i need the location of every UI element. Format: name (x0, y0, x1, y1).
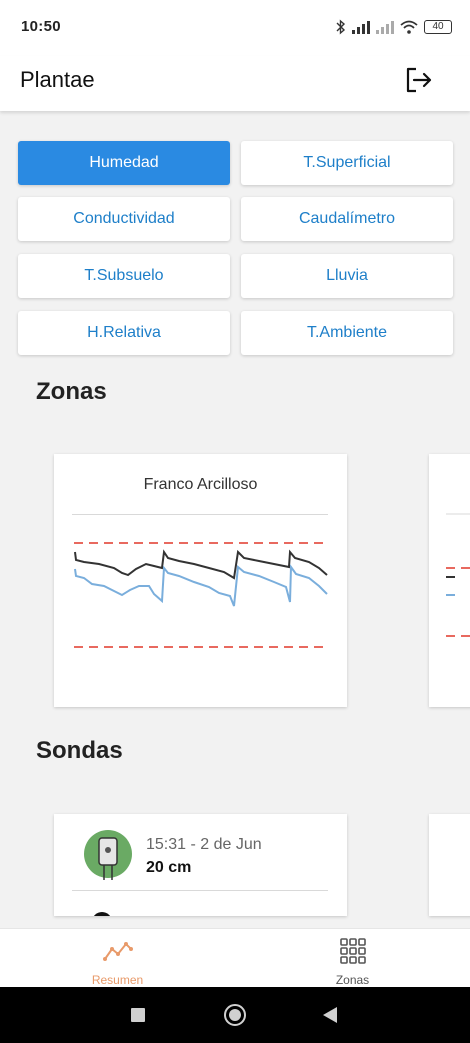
zone-card[interactable]: Franco Arcilloso (54, 454, 347, 707)
metric-button-t-ambiente[interactable]: T.Ambiente (241, 311, 453, 355)
nav-item-resumen[interactable]: Resumen (0, 929, 235, 988)
metric-button-caudalimetro[interactable]: Caudalímetro (241, 197, 453, 241)
metric-button-humedad[interactable]: Humedad (18, 141, 230, 185)
wifi-icon (400, 20, 418, 34)
status-icons: 40 (336, 17, 452, 37)
metric-label: T.Subsuelo (84, 267, 164, 284)
probe-next-avatar (92, 912, 112, 916)
logout-button[interactable] (404, 65, 434, 95)
recents-button[interactable] (131, 1008, 145, 1022)
nav-label-zonas: Zonas (335, 973, 370, 987)
zone-sparkline-partial (446, 513, 470, 637)
probe-card-next[interactable] (429, 814, 470, 916)
probe-timestamp: 15:31 - 2 de Jun (146, 836, 262, 853)
grid-icon (340, 938, 366, 964)
bluetooth-icon (336, 19, 346, 35)
status-time: 10:50 (21, 18, 61, 35)
metric-label: Caudalímetro (298, 210, 396, 227)
battery-icon: 40 (424, 20, 452, 34)
zonas-section-title: Zonas (36, 378, 107, 405)
probe-card-divider (72, 890, 328, 891)
metric-label: Humedad (89, 154, 159, 171)
metric-label: T.Superficial (303, 154, 391, 171)
probe-sensor-icon (98, 837, 118, 880)
metric-button-lluvia[interactable]: Lluvia (241, 254, 453, 298)
metric-button-conductividad[interactable]: Conductividad (18, 197, 230, 241)
status-bar: 10:50 40 (0, 0, 470, 56)
bottom-navigation: Resumen Zonas (0, 928, 470, 987)
series-blue-line (74, 563, 328, 607)
trend-chart-icon (103, 942, 133, 961)
probe-avatar (84, 830, 132, 880)
probe-card[interactable]: 15:31 - 2 de Jun 20 cm (54, 814, 347, 916)
nav-item-zonas[interactable]: Zonas (235, 929, 470, 988)
metric-label: T.Ambiente (306, 324, 388, 341)
sondas-section-title: Sondas (36, 737, 123, 764)
signal-icon (352, 21, 370, 34)
zone-card-next[interactable] (429, 454, 470, 707)
probe-depth: 20 cm (146, 859, 192, 876)
signal-empty-icon (376, 21, 394, 34)
metric-label: Conductividad (73, 210, 175, 227)
system-navigation-bar (0, 987, 470, 1043)
series-dark-line (74, 549, 328, 580)
app-bar: Plantae (0, 56, 470, 111)
metric-label: H.Relativa (87, 324, 161, 341)
metric-label: Lluvia (326, 267, 368, 284)
home-button[interactable] (224, 1004, 246, 1026)
back-icon[interactable] (322, 1006, 338, 1024)
logout-icon (406, 67, 432, 93)
nav-label-resumen: Resumen (91, 973, 144, 987)
page-title: Plantae (20, 67, 95, 92)
battery-level: 40 (432, 21, 444, 32)
metric-button-t-subsuelo[interactable]: T.Subsuelo (18, 254, 230, 298)
metric-button-t-superficial[interactable]: T.Superficial (241, 141, 453, 185)
metric-button-h-relativa[interactable]: H.Relativa (18, 311, 230, 355)
zone-sparkline (74, 542, 328, 648)
home-button-dot (229, 1009, 241, 1021)
